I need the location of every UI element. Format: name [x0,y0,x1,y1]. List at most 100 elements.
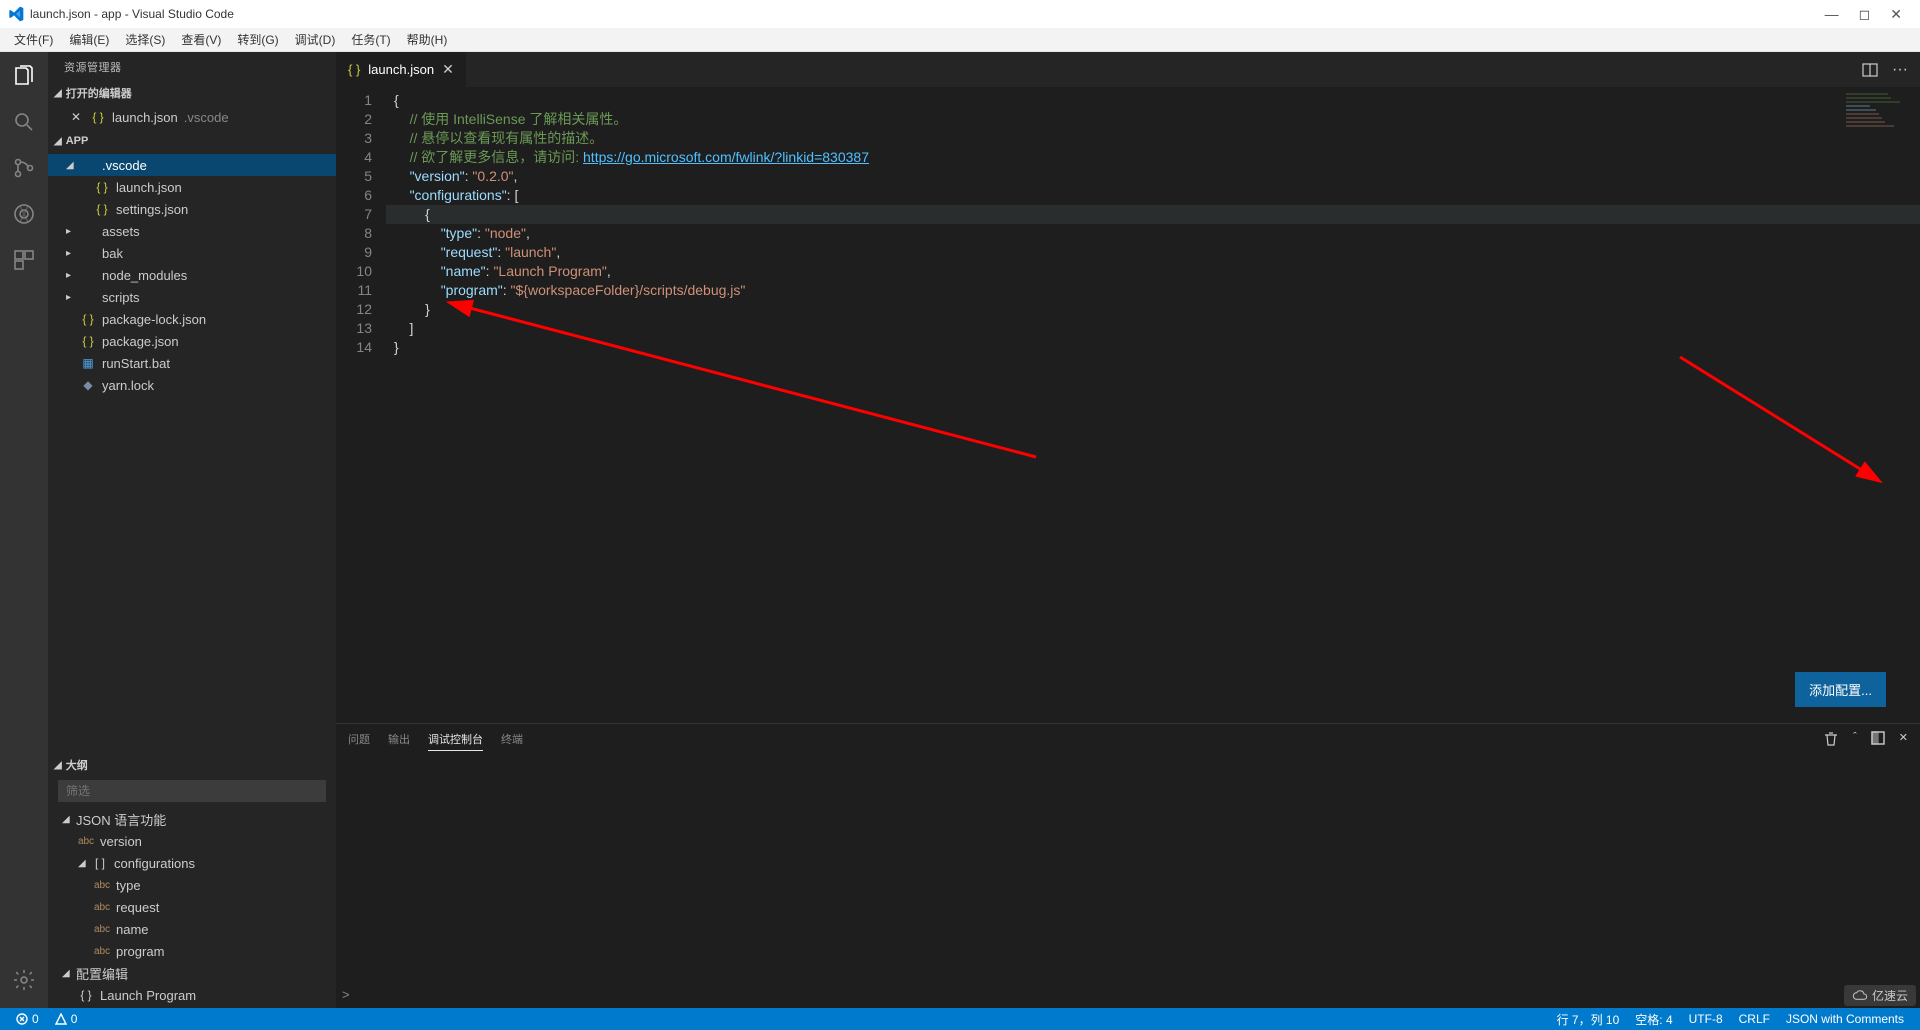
add-configuration-button[interactable]: 添加配置... [1795,672,1886,707]
string-icon: abc [78,836,94,847]
panel-tab-problems[interactable]: 问题 [348,728,370,750]
sidebar-title: 资源管理器 [48,52,336,82]
chevron-icon: ◢ [78,858,92,869]
collapse-panel-icon[interactable]: ˆ [1853,731,1857,747]
search-icon[interactable] [10,108,38,136]
panel-tab-debug-console[interactable]: 调试控制台 [428,728,483,751]
file-item[interactable]: ▦runStart.bat [48,352,336,374]
close-icon[interactable]: ✕ [68,110,84,124]
minimize-button[interactable]: — [1825,6,1839,23]
status-errors[interactable]: 0 [8,1012,47,1026]
outline-item-label: 配置编辑 [76,964,128,983]
outline-item[interactable]: abcrequest [48,896,336,918]
outline-item-label: JSON 语言功能 [76,810,166,829]
menu-select[interactable]: 选择(S) [117,29,173,50]
string-icon: abc [94,946,110,957]
outline-header[interactable]: ◢大纲 [48,754,336,776]
outline-item[interactable]: abcprogram [48,940,336,962]
outline-item[interactable]: ◢配置编辑 [48,962,336,984]
tab-launch-json[interactable]: { } launch.json ✕ [336,52,467,87]
outline-item-label: type [116,878,141,893]
file-item[interactable]: { } launch.json [48,176,336,198]
maximize-panel-icon[interactable] [1871,731,1885,747]
menu-file[interactable]: 文件(F) [6,29,61,50]
chevron-icon: ◢ [66,160,80,171]
open-editor-item[interactable]: ✕ { } launch.json .vscode [48,106,336,128]
close-panel-icon[interactable]: ✕ [1899,731,1908,747]
tree-item-label: .vscode [102,158,147,173]
outline-item[interactable]: ◢JSON 语言功能 [48,808,336,830]
code-editor[interactable]: 1234567891011121314 { // 使用 IntelliSense… [336,87,1920,723]
string-icon: abc [94,924,110,935]
settings-icon[interactable] [10,966,38,994]
panel-body[interactable]: > [336,754,1920,1008]
split-editor-icon[interactable] [1862,62,1878,78]
file-item[interactable]: { }settings.json [48,198,336,220]
outline-item[interactable]: abc version [48,830,336,852]
menu-tasks[interactable]: 任务(T) [343,29,398,50]
titlebar: launch.json - app - Visual Studio Code —… [0,0,1920,28]
file-item[interactable]: { }package.json [48,330,336,352]
file-item[interactable]: ◆yarn.lock [48,374,336,396]
tree-item-label: launch.json [116,180,182,195]
more-actions-icon[interactable]: ··· [1892,61,1908,79]
outline-tree: ◢JSON 语言功能abcversion◢[ ]configurationsab… [48,806,336,1008]
maximize-button[interactable]: ◻ [1859,6,1871,23]
json-file-icon: { } [94,180,110,194]
window-title: launch.json - app - Visual Studio Code [30,7,234,21]
outline-item-label: version [100,834,142,849]
panel-tab-output[interactable]: 输出 [388,728,410,750]
chevron-icon: ▸ [66,270,80,281]
open-editor-path: .vscode [184,110,229,125]
project-header[interactable]: ◢APP [48,130,336,152]
panel-tab-terminal[interactable]: 终端 [501,728,523,750]
menu-goto[interactable]: 转到(G) [229,29,286,50]
outline-item-label: name [116,922,149,937]
menu-help[interactable]: 帮助(H) [399,29,456,50]
editor-area: { } launch.json ✕ ··· 123456789101112131… [336,52,1920,1008]
status-lang[interactable]: JSON with Comments [1778,1011,1912,1028]
file-tree: ◢ .vscode { } launch.json { }settings.json▸a… [48,152,336,398]
scm-icon[interactable] [10,154,38,182]
chevron-icon: ◢ [62,968,76,979]
minimap[interactable] [1846,91,1906,171]
outline-label: 大纲 [66,757,88,773]
clear-console-icon[interactable] [1823,731,1839,747]
tabbar: { } launch.json ✕ ··· [336,52,1920,87]
menu-debug[interactable]: 调试(D) [287,29,344,50]
json-file-icon: { } [80,312,96,326]
json-file-icon: { } [348,62,360,77]
debug-icon[interactable] [10,200,38,228]
status-encoding[interactable]: UTF-8 [1681,1011,1731,1028]
outline-item[interactable]: ◢[ ]configurations [48,852,336,874]
chevron-icon: ▸ [66,226,80,237]
status-eol[interactable]: CRLF [1731,1011,1778,1028]
open-editors-header[interactable]: ◢打开的编辑器 [48,82,336,104]
close-button[interactable]: ✕ [1890,6,1902,23]
code-body[interactable]: { // 使用 IntelliSense 了解相关属性。 // 悬停以查看现有属… [386,87,1920,723]
folder-item[interactable]: ▸node_modules [48,264,336,286]
status-warnings[interactable]: 0 [47,1012,86,1026]
outline-item[interactable]: abctype [48,874,336,896]
outline-item[interactable]: { }Launch Program [48,984,336,1006]
folder-item[interactable]: ▸assets [48,220,336,242]
json-file-icon: { } [94,202,110,216]
chevron-icon: ▸ [66,292,80,303]
vscode-icon [8,6,24,22]
status-cursor[interactable]: 行 7，列 10 [1549,1011,1628,1028]
array-icon: [ ] [92,856,108,870]
explorer-icon[interactable] [10,62,38,90]
status-spaces[interactable]: 空格: 4 [1627,1011,1680,1028]
menu-view[interactable]: 查看(V) [173,29,229,50]
extensions-icon[interactable] [10,246,38,274]
menu-edit[interactable]: 编辑(E) [61,29,117,50]
outline-item[interactable]: abcname [48,918,336,940]
folder-item[interactable]: ▸bak [48,242,336,264]
file-item[interactable]: { }package-lock.json [48,308,336,330]
folder-item[interactable]: ◢ .vscode [48,154,336,176]
open-editor-name: launch.json [112,110,178,125]
outline-filter-input[interactable] [58,780,326,802]
folder-item[interactable]: ▸scripts [48,286,336,308]
tab-close-icon[interactable]: ✕ [442,61,454,78]
tab-label: launch.json [368,62,434,77]
